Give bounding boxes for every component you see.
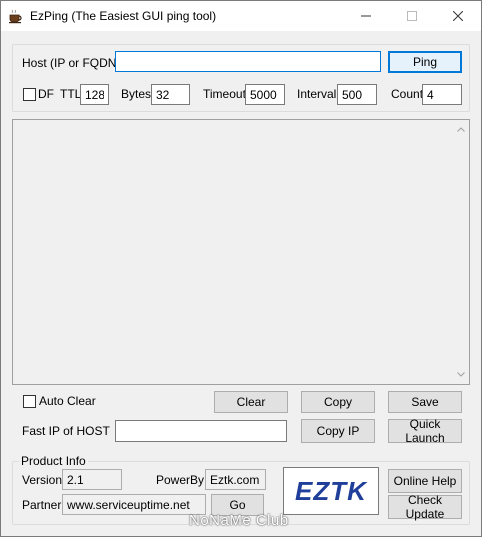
- count-label: Count: [391, 87, 424, 101]
- copy-button[interactable]: Copy: [301, 391, 375, 413]
- minimize-button[interactable]: [343, 1, 389, 31]
- minimize-icon: [361, 15, 371, 17]
- app-window: EzPing (The Easiest GUI ping tool) Host …: [0, 0, 482, 537]
- host-label: Host (IP or FQDN): [22, 56, 121, 70]
- ttl-input[interactable]: [80, 84, 109, 105]
- powerby-field: [205, 469, 266, 490]
- scroll-down-arrow[interactable]: [454, 368, 467, 381]
- interval-input[interactable]: [337, 84, 377, 105]
- partner-label: Partner: [22, 498, 62, 512]
- close-icon: [453, 11, 463, 21]
- fast-ip-label: Fast IP of HOST: [22, 424, 110, 438]
- ping-output-area[interactable]: [12, 119, 470, 385]
- host-input[interactable]: [115, 51, 381, 72]
- save-button[interactable]: Save: [388, 391, 462, 413]
- copy-ip-button[interactable]: Copy IP: [301, 419, 375, 443]
- fast-ip-input[interactable]: [115, 420, 287, 442]
- maximize-icon: [407, 11, 417, 21]
- title-bar: EzPing (The Easiest GUI ping tool): [1, 1, 481, 31]
- eztk-logo-text: EZTK: [295, 475, 367, 506]
- timeout-label: Timeout: [203, 87, 246, 101]
- df-label: DF: [38, 87, 54, 101]
- auto-clear-label: Auto Clear: [39, 394, 96, 408]
- timeout-input[interactable]: [245, 84, 285, 105]
- check-update-button[interactable]: Check Update: [388, 493, 462, 521]
- chevron-down-icon: [456, 372, 465, 377]
- count-input[interactable]: [422, 84, 462, 105]
- version-field: [62, 469, 122, 490]
- bytes-input[interactable]: [151, 84, 190, 105]
- product-info-title: Product Info: [19, 454, 88, 468]
- maximize-button[interactable]: [389, 1, 435, 31]
- watermark: NoNaMe Club: [189, 512, 289, 529]
- window-title: EzPing (The Easiest GUI ping tool): [30, 9, 217, 23]
- version-label: Version: [22, 473, 63, 487]
- close-button[interactable]: [435, 1, 481, 31]
- df-checkbox[interactable]: [23, 88, 36, 101]
- interval-label: Interval: [297, 87, 337, 101]
- clear-button[interactable]: Clear: [214, 391, 288, 413]
- powerby-label: PowerBy: [156, 473, 205, 487]
- auto-clear-checkbox[interactable]: [23, 395, 36, 408]
- scroll-up-arrow[interactable]: [454, 123, 467, 136]
- ping-button[interactable]: Ping: [388, 51, 462, 73]
- quick-launch-button[interactable]: Quick Launch: [388, 417, 462, 445]
- eztk-logo[interactable]: EZTK: [283, 467, 379, 515]
- bytes-label: Bytes: [121, 87, 152, 101]
- partner-field: [62, 494, 206, 515]
- online-help-button[interactable]: Online Help: [388, 469, 462, 493]
- ttl-label: TTL: [60, 87, 82, 101]
- coffee-cup-icon: [9, 9, 22, 24]
- chevron-up-icon: [456, 127, 465, 132]
